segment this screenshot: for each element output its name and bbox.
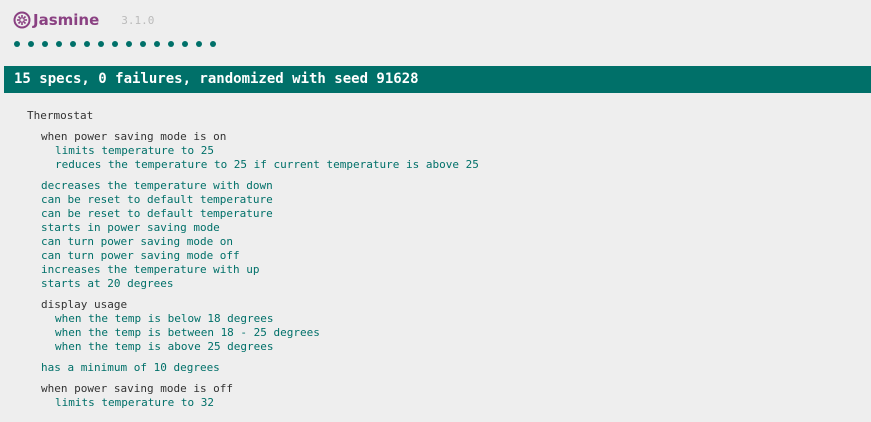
suite-display-usage: display usage when the temp is below 18 … [27, 298, 479, 354]
passed-spec-dot[interactable] [56, 41, 62, 47]
summary-bar: 15 specs, 0 failures, randomized with se… [4, 66, 871, 93]
results: Thermostat when power saving mode is on … [27, 109, 479, 417]
spec-list: when the temp is below 18 degrees when th… [41, 312, 479, 354]
spec-item[interactable]: starts in power saving mode [41, 221, 479, 235]
jasmine-flower-icon [13, 11, 31, 29]
passed-spec-dot[interactable] [140, 41, 146, 47]
passed-spec-dot[interactable] [28, 41, 34, 47]
spec-item[interactable]: limits temperature to 32 [55, 396, 479, 410]
spec-item[interactable]: can be reset to default temperature [41, 193, 479, 207]
spec-item[interactable]: has a minimum of 10 degrees [41, 361, 479, 375]
suite-title[interactable]: display usage [41, 298, 479, 312]
spec-item[interactable]: limits temperature to 25 [55, 144, 479, 158]
suite-title[interactable]: when power saving mode is off [41, 382, 479, 396]
spec-item[interactable]: can be reset to default temperature [41, 207, 479, 221]
spec-item[interactable]: starts at 20 degrees [41, 277, 479, 291]
passed-spec-dot[interactable] [168, 41, 174, 47]
passed-spec-dot[interactable] [196, 41, 202, 47]
passed-spec-dot[interactable] [70, 41, 76, 47]
spec-item[interactable]: reduces the temperature to 25 if current… [55, 158, 479, 172]
passed-spec-dot[interactable] [112, 41, 118, 47]
spec-list: limits temperature to 25 reduces the temp… [41, 144, 479, 172]
spec-list: limits temperature to 32 [41, 396, 479, 410]
passed-spec-dot[interactable] [182, 41, 188, 47]
logo-text: Jasmine [33, 11, 100, 29]
spec-item[interactable]: when the temp is above 25 degrees [55, 340, 479, 354]
jasmine-banner: Jasmine 3.1.0 [13, 8, 154, 32]
spec-item[interactable]: can turn power saving mode off [41, 249, 479, 263]
suite-power-saving-on: when power saving mode is on limits temp… [27, 130, 479, 172]
passed-spec-dot[interactable] [98, 41, 104, 47]
spec-item[interactable]: increases the temperature with up [41, 263, 479, 277]
passed-spec-dot[interactable] [84, 41, 90, 47]
spec-item[interactable]: decreases the temperature with down [41, 179, 479, 193]
suite-title[interactable]: Thermostat [27, 109, 479, 123]
passed-spec-dot[interactable] [42, 41, 48, 47]
spec-item[interactable]: can turn power saving mode on [41, 235, 479, 249]
spec-item[interactable]: when the temp is between 18 - 25 degrees [55, 326, 479, 340]
jasmine-logo[interactable]: Jasmine [13, 11, 99, 29]
spec-list: decreases the temperature with down can b… [27, 179, 479, 291]
passed-spec-dot[interactable] [126, 41, 132, 47]
spec-status-dots [14, 41, 216, 47]
suite-thermostat: Thermostat when power saving mode is on … [27, 109, 479, 410]
suite-power-saving-off: when power saving mode is off limits tem… [27, 382, 479, 410]
version: 3.1.0 [121, 13, 155, 27]
spec-item[interactable]: when the temp is below 18 degrees [55, 312, 479, 326]
spec-list: has a minimum of 10 degrees [27, 361, 479, 375]
passed-spec-dot[interactable] [210, 41, 216, 47]
suite-title[interactable]: when power saving mode is on [41, 130, 479, 144]
passed-spec-dot[interactable] [14, 41, 20, 47]
passed-spec-dot[interactable] [154, 41, 160, 47]
